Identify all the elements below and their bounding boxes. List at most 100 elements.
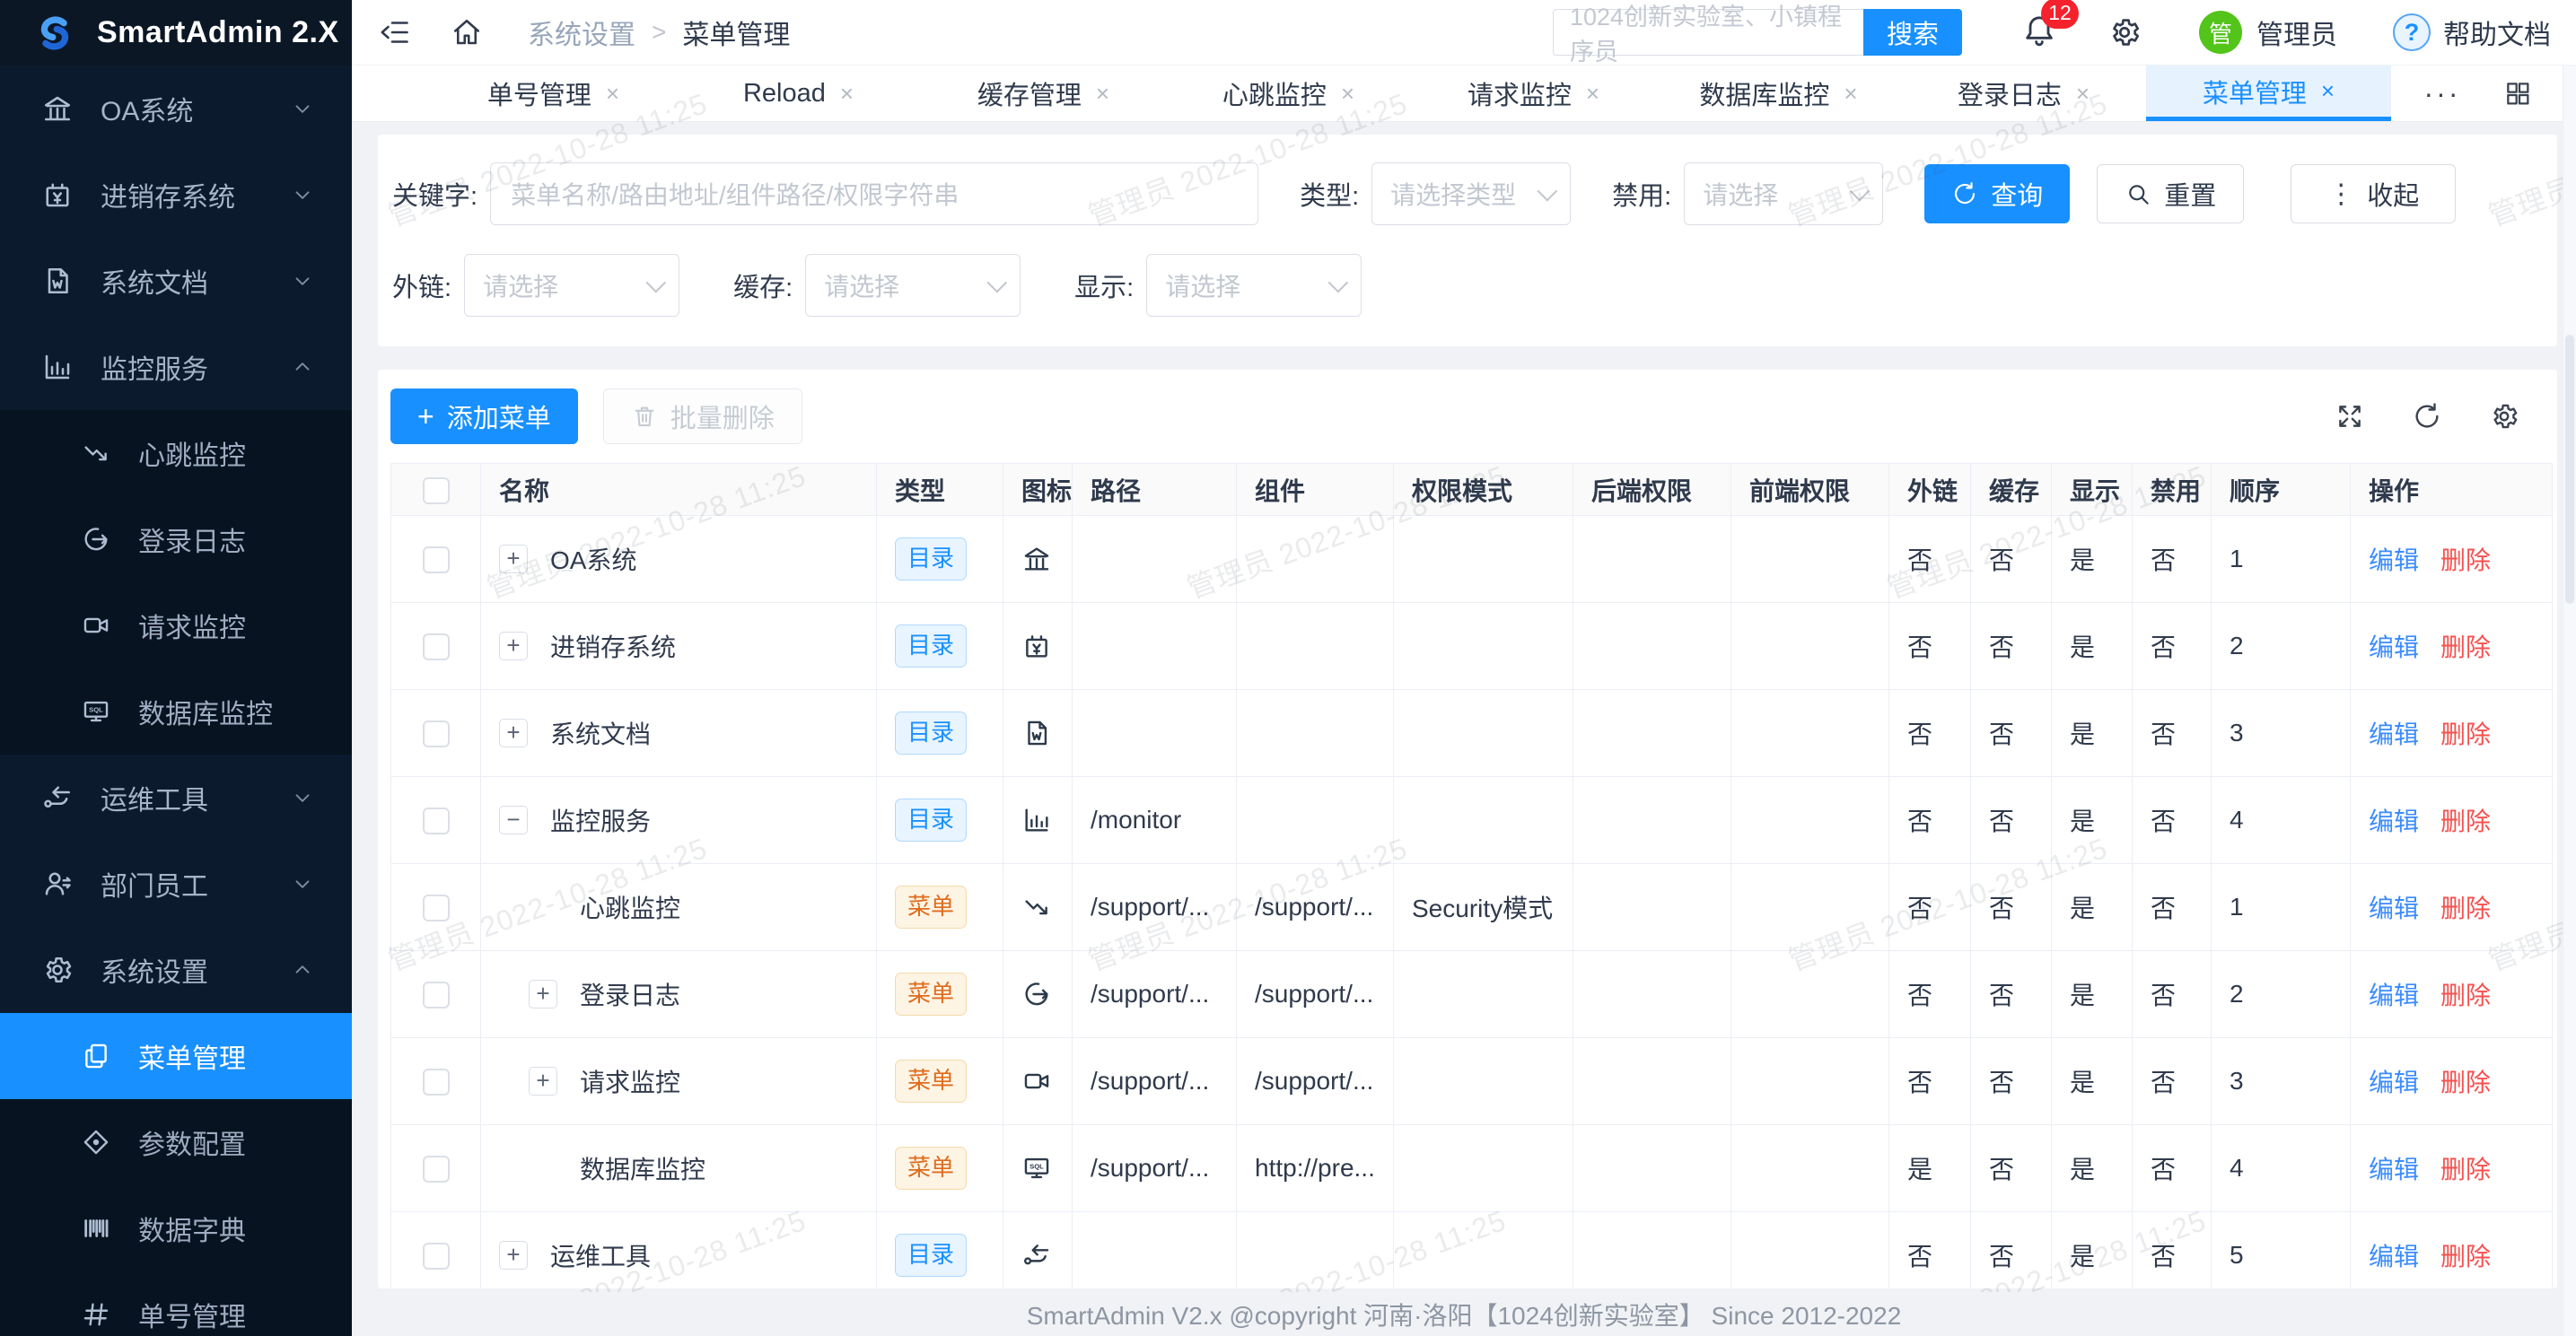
- sidebar-item-OA系统[interactable]: OA系统: [0, 65, 352, 152]
- collapse-button[interactable]: ⋮ 收起: [2291, 164, 2456, 223]
- row-checkbox[interactable]: [423, 720, 450, 747]
- close-icon[interactable]: ×: [1096, 80, 1109, 108]
- row-checkbox[interactable]: [423, 1243, 450, 1270]
- batch-delete-button[interactable]: 批量删除: [603, 389, 802, 444]
- tabs-more-button[interactable]: ···: [2416, 65, 2468, 121]
- sidebar-subitem-数据库监控[interactable]: SQL数据库监控: [0, 668, 352, 755]
- sidebar-item-系统设置[interactable]: 系统设置: [0, 927, 352, 1013]
- close-icon[interactable]: ×: [1586, 80, 1599, 108]
- delete-link[interactable]: 删除: [2440, 1069, 2491, 1096]
- row-checkbox[interactable]: [423, 982, 450, 1009]
- user-avatar[interactable]: 管: [2199, 11, 2242, 54]
- dots-vertical-icon: ⋮: [2327, 179, 2354, 210]
- tab-单号管理[interactable]: 单号管理×: [431, 65, 676, 121]
- tab-登录日志[interactable]: 登录日志×: [1901, 65, 2146, 121]
- sidebar-subitem-登录日志[interactable]: 登录日志: [0, 496, 352, 582]
- sidebar-subitem-菜单管理[interactable]: 菜单管理: [0, 1013, 352, 1099]
- collapse-row-button[interactable]: −: [499, 806, 528, 834]
- close-icon[interactable]: ×: [2321, 77, 2335, 105]
- row-checkbox[interactable]: [423, 895, 450, 921]
- close-icon[interactable]: ×: [2076, 80, 2090, 108]
- expand-row-button[interactable]: +: [529, 1067, 557, 1096]
- tab-心跳监控[interactable]: 心跳监控×: [1166, 65, 1411, 121]
- tab-数据库监控[interactable]: 数据库监控×: [1656, 65, 1901, 121]
- search-input[interactable]: 1024创新实验室、小镇程序员: [1553, 9, 1863, 56]
- row-checkbox[interactable]: [423, 1069, 450, 1096]
- keyword-input[interactable]: 菜单名称/路由地址/组件路径/权限字符串: [490, 162, 1258, 225]
- select-all-checkbox[interactable]: [423, 477, 450, 504]
- fullscreen-icon[interactable]: [2335, 401, 2365, 432]
- scrollbar-thumb[interactable]: [2565, 335, 2574, 604]
- help-docs-link[interactable]: 帮助文档: [2443, 13, 2551, 52]
- edit-link[interactable]: 编辑: [2369, 633, 2419, 661]
- edit-link[interactable]: 编辑: [2369, 895, 2419, 922]
- notifications[interactable]: 12: [2021, 13, 2057, 53]
- expand-row-button[interactable]: +: [499, 1241, 528, 1270]
- close-icon[interactable]: ×: [840, 80, 854, 108]
- close-icon[interactable]: ×: [606, 80, 619, 108]
- sidebar-item-运维工具[interactable]: 运维工具: [0, 755, 352, 841]
- type-select[interactable]: 请选择类型: [1371, 162, 1571, 225]
- expand-row-button[interactable]: +: [499, 719, 528, 747]
- sidebar-subitem-数据字典[interactable]: 数据字典: [0, 1185, 352, 1271]
- tab-Reload[interactable]: Reload×: [676, 65, 921, 121]
- sidebar-subitem-参数配置[interactable]: 参数配置: [0, 1099, 352, 1185]
- edit-link[interactable]: 编辑: [2369, 982, 2419, 1009]
- edit-link[interactable]: 编辑: [2369, 1156, 2419, 1183]
- delete-link[interactable]: 删除: [2440, 633, 2491, 661]
- cell-actions: 编辑删除: [2351, 1125, 2553, 1212]
- home-icon[interactable]: [451, 16, 483, 48]
- edit-link[interactable]: 编辑: [2369, 546, 2419, 574]
- scrollbar[interactable]: [2563, 65, 2576, 1336]
- edit-link[interactable]: 编辑: [2369, 1243, 2419, 1271]
- delete-link[interactable]: 删除: [2440, 808, 2491, 835]
- sidebar-item-系统文档[interactable]: 系统文档: [0, 238, 352, 324]
- expand-row-button[interactable]: +: [529, 980, 557, 1009]
- sidebar-item-监控服务[interactable]: 监控服务: [0, 324, 352, 410]
- delete-link[interactable]: 删除: [2440, 720, 2491, 748]
- query-button[interactable]: 查询: [1924, 164, 2070, 223]
- refresh-icon[interactable]: [2412, 401, 2442, 432]
- close-icon[interactable]: ×: [1844, 80, 1857, 108]
- app-logo[interactable]: SmartAdmin 2.X: [0, 0, 352, 65]
- expand-row-button[interactable]: +: [499, 632, 528, 660]
- delete-link[interactable]: 删除: [2440, 1156, 2491, 1183]
- row-checkbox[interactable]: [423, 808, 450, 834]
- reset-button[interactable]: 重置: [2097, 164, 2244, 223]
- add-menu-button[interactable]: + 添加菜单: [390, 389, 578, 444]
- gear-icon[interactable]: [2489, 401, 2519, 432]
- row-checkbox[interactable]: [423, 1156, 450, 1183]
- tab-请求监控[interactable]: 请求监控×: [1411, 65, 1656, 121]
- sidebar-item-进销存系统[interactable]: 进销存系统: [0, 152, 352, 238]
- edit-link[interactable]: 编辑: [2369, 1069, 2419, 1096]
- menu-fold-icon[interactable]: [379, 16, 411, 48]
- name-wrap: +请求监控: [499, 1063, 858, 1099]
- search-button[interactable]: 搜索: [1863, 9, 1962, 56]
- user-name[interactable]: 管理员: [2256, 13, 2337, 52]
- row-checkbox[interactable]: [423, 546, 450, 573]
- tabs-grid-button[interactable]: [2486, 65, 2549, 121]
- delete-link[interactable]: 删除: [2440, 1243, 2491, 1271]
- cache-select[interactable]: 请选择: [805, 254, 1021, 317]
- edit-link[interactable]: 编辑: [2369, 808, 2419, 835]
- sidebar-submenu: 菜单管理参数配置数据字典单号管理: [0, 1013, 352, 1336]
- cell-select: [391, 951, 481, 1038]
- visible-select[interactable]: 请选择: [1146, 254, 1362, 317]
- sidebar-subitem-单号管理[interactable]: 单号管理: [0, 1271, 352, 1336]
- tab-缓存管理[interactable]: 缓存管理×: [921, 65, 1166, 121]
- row-checkbox[interactable]: [423, 633, 450, 660]
- edit-link[interactable]: 编辑: [2369, 720, 2419, 748]
- delete-link[interactable]: 删除: [2440, 895, 2491, 922]
- tab-菜单管理[interactable]: 菜单管理×: [2146, 65, 2391, 121]
- external-select[interactable]: 请选择: [464, 254, 679, 317]
- delete-link[interactable]: 删除: [2440, 546, 2491, 574]
- question-icon[interactable]: ?: [2393, 13, 2431, 51]
- sidebar-subitem-心跳监控[interactable]: 心跳监控: [0, 410, 352, 496]
- sidebar-subitem-请求监控[interactable]: 请求监控: [0, 582, 352, 668]
- close-icon[interactable]: ×: [1341, 80, 1354, 108]
- settings-gear-icon[interactable]: [2107, 15, 2142, 49]
- delete-link[interactable]: 删除: [2440, 982, 2491, 1009]
- expand-row-button[interactable]: +: [499, 545, 528, 573]
- disabled-select[interactable]: 请选择: [1684, 162, 1883, 225]
- sidebar-item-部门员工[interactable]: 部门员工: [0, 841, 352, 927]
